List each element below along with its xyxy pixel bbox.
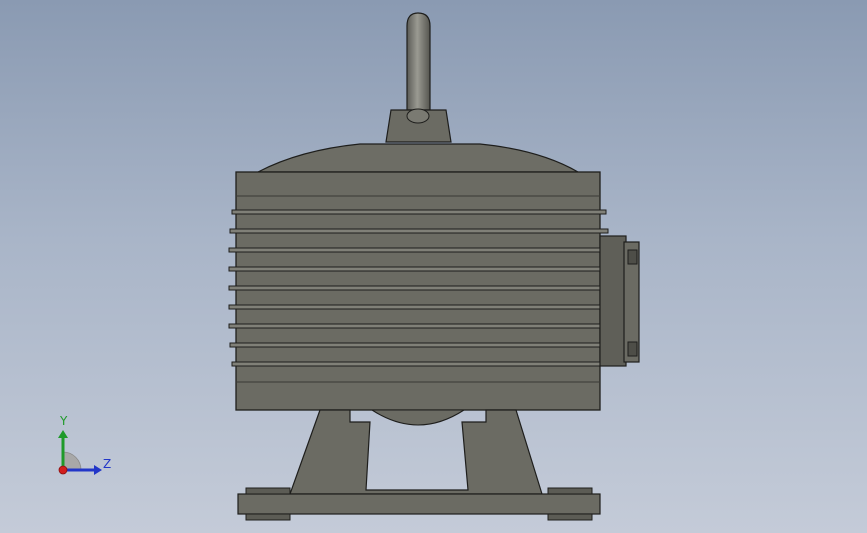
lifting-eye-bolt[interactable] <box>385 12 452 143</box>
triad-y-label: Y <box>60 414 68 428</box>
motor-housing[interactable] <box>235 171 601 411</box>
x-axis-icon <box>58 465 68 475</box>
orientation-triad <box>58 430 102 475</box>
triad-z-label: Z <box>103 457 112 471</box>
housing-bottom-bulge[interactable] <box>370 409 466 426</box>
mounting-foot[interactable] <box>237 409 601 521</box>
housing-top[interactable] <box>257 143 581 173</box>
terminal-box[interactable] <box>599 235 640 367</box>
graphics-viewport[interactable]: Y Z <box>0 0 867 533</box>
cooling-fins[interactable] <box>228 209 610 367</box>
